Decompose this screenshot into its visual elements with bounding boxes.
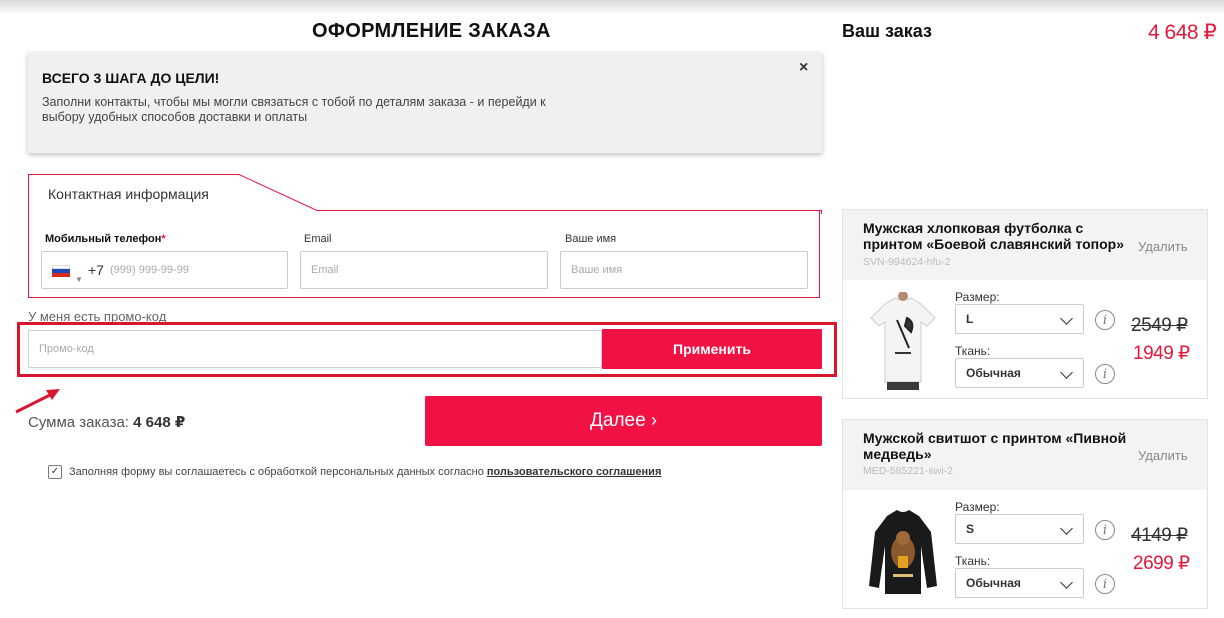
remove-button[interactable]: Удалить bbox=[1138, 448, 1188, 463]
annotation-arrow-icon bbox=[15, 389, 60, 414]
chevron-down-icon bbox=[1060, 576, 1073, 589]
caret-down-icon[interactable]: ▼ bbox=[75, 262, 83, 298]
cart-item: Мужской свитшот с принтом «Пивной медвед… bbox=[842, 419, 1208, 609]
fabric-info-icon[interactable]: i bbox=[1095, 364, 1115, 384]
phone-label: Мобильный телефон* bbox=[45, 233, 166, 245]
banner-text: Заполни контакты, чтобы мы могли связать… bbox=[42, 95, 546, 124]
close-icon[interactable]: × bbox=[799, 59, 808, 77]
remove-button[interactable]: Удалить bbox=[1138, 239, 1188, 254]
russia-flag-icon[interactable] bbox=[52, 265, 70, 277]
banner-title: ВСЕГО 3 ШАГА ДО ЦЕЛИ! bbox=[42, 70, 220, 86]
contact-section-title: Контактная информация bbox=[48, 186, 209, 202]
agreement-link[interactable]: пользовательского соглашения bbox=[487, 466, 662, 478]
next-button[interactable]: Далее › bbox=[425, 396, 822, 446]
size-info-icon[interactable]: i bbox=[1095, 310, 1115, 330]
name-label: Ваше имя bbox=[565, 233, 617, 245]
chevron-right-icon: › bbox=[650, 410, 657, 430]
phone-country-code: +7 bbox=[88, 262, 104, 278]
new-price: 1949 ₽ bbox=[1133, 343, 1190, 364]
order-sum-label: Сумма заказа: bbox=[28, 414, 129, 431]
name-field[interactable]: Ваше имя bbox=[560, 251, 808, 289]
fabric-select[interactable]: Обычная bbox=[955, 568, 1084, 598]
apply-promo-button[interactable]: Применить bbox=[602, 329, 822, 369]
agreement: ✓ Заполняя форму вы соглашаетесь с обраб… bbox=[48, 465, 661, 479]
email-field[interactable]: Email bbox=[300, 251, 548, 289]
cart-item: Мужская хлопковая футболка с принтом «Бо… bbox=[842, 209, 1208, 399]
fabric-select[interactable]: Обычная bbox=[955, 358, 1084, 388]
sweatshirt-image[interactable] bbox=[865, 502, 941, 600]
old-price: 2549 ₽ bbox=[1131, 315, 1188, 336]
phone-field[interactable]: ▼ +7 (999) 999-99-99 bbox=[41, 251, 288, 289]
email-label: Email bbox=[304, 233, 332, 245]
chevron-down-icon bbox=[1060, 522, 1073, 535]
chevron-down-icon bbox=[1060, 366, 1073, 379]
tshirt-image[interactable] bbox=[865, 292, 941, 390]
fabric-label: Ткань: bbox=[955, 554, 991, 568]
old-price: 4149 ₽ bbox=[1131, 525, 1188, 546]
chevron-down-icon bbox=[1060, 312, 1073, 325]
top-shadow bbox=[0, 0, 1224, 14]
order-total: 4 648 ₽ bbox=[1148, 21, 1217, 44]
phone-placeholder: (999) 999-99-99 bbox=[110, 264, 189, 276]
order-sum-value: 4 648 ₽ bbox=[133, 414, 186, 431]
cart-item-sku: SVN-994624-hfu-2 bbox=[863, 256, 951, 268]
fabric-info-icon[interactable]: i bbox=[1095, 574, 1115, 594]
size-select[interactable]: L bbox=[955, 304, 1084, 334]
page-title: ОФОРМЛЕНИЕ ЗАКАЗА bbox=[312, 20, 551, 42]
agreement-checkbox[interactable]: ✓ bbox=[48, 465, 62, 479]
size-select[interactable]: S bbox=[955, 514, 1084, 544]
size-label: Размер: bbox=[955, 500, 1000, 514]
order-sum: Сумма заказа: 4 648 ₽ bbox=[28, 413, 185, 431]
promo-code-input[interactable]: Промо-код bbox=[28, 330, 602, 368]
info-banner: ВСЕГО 3 ШАГА ДО ЦЕЛИ! Заполни контакты, … bbox=[28, 52, 822, 153]
size-info-icon[interactable]: i bbox=[1095, 520, 1115, 540]
cart-item-name[interactable]: Мужской свитшот с принтом «Пивной медвед… bbox=[863, 430, 1127, 462]
size-label: Размер: bbox=[955, 290, 1000, 304]
agreement-text: Заполняя форму вы соглашаетесь с обработ… bbox=[69, 466, 484, 478]
cart-item-name[interactable]: Мужская хлопковая футболка с принтом «Бо… bbox=[863, 220, 1127, 252]
fabric-label: Ткань: bbox=[955, 344, 991, 358]
order-title: Ваш заказ bbox=[842, 21, 932, 41]
new-price: 2699 ₽ bbox=[1133, 553, 1190, 574]
cart-item-sku: MED-585221-swi-2 bbox=[863, 465, 953, 477]
